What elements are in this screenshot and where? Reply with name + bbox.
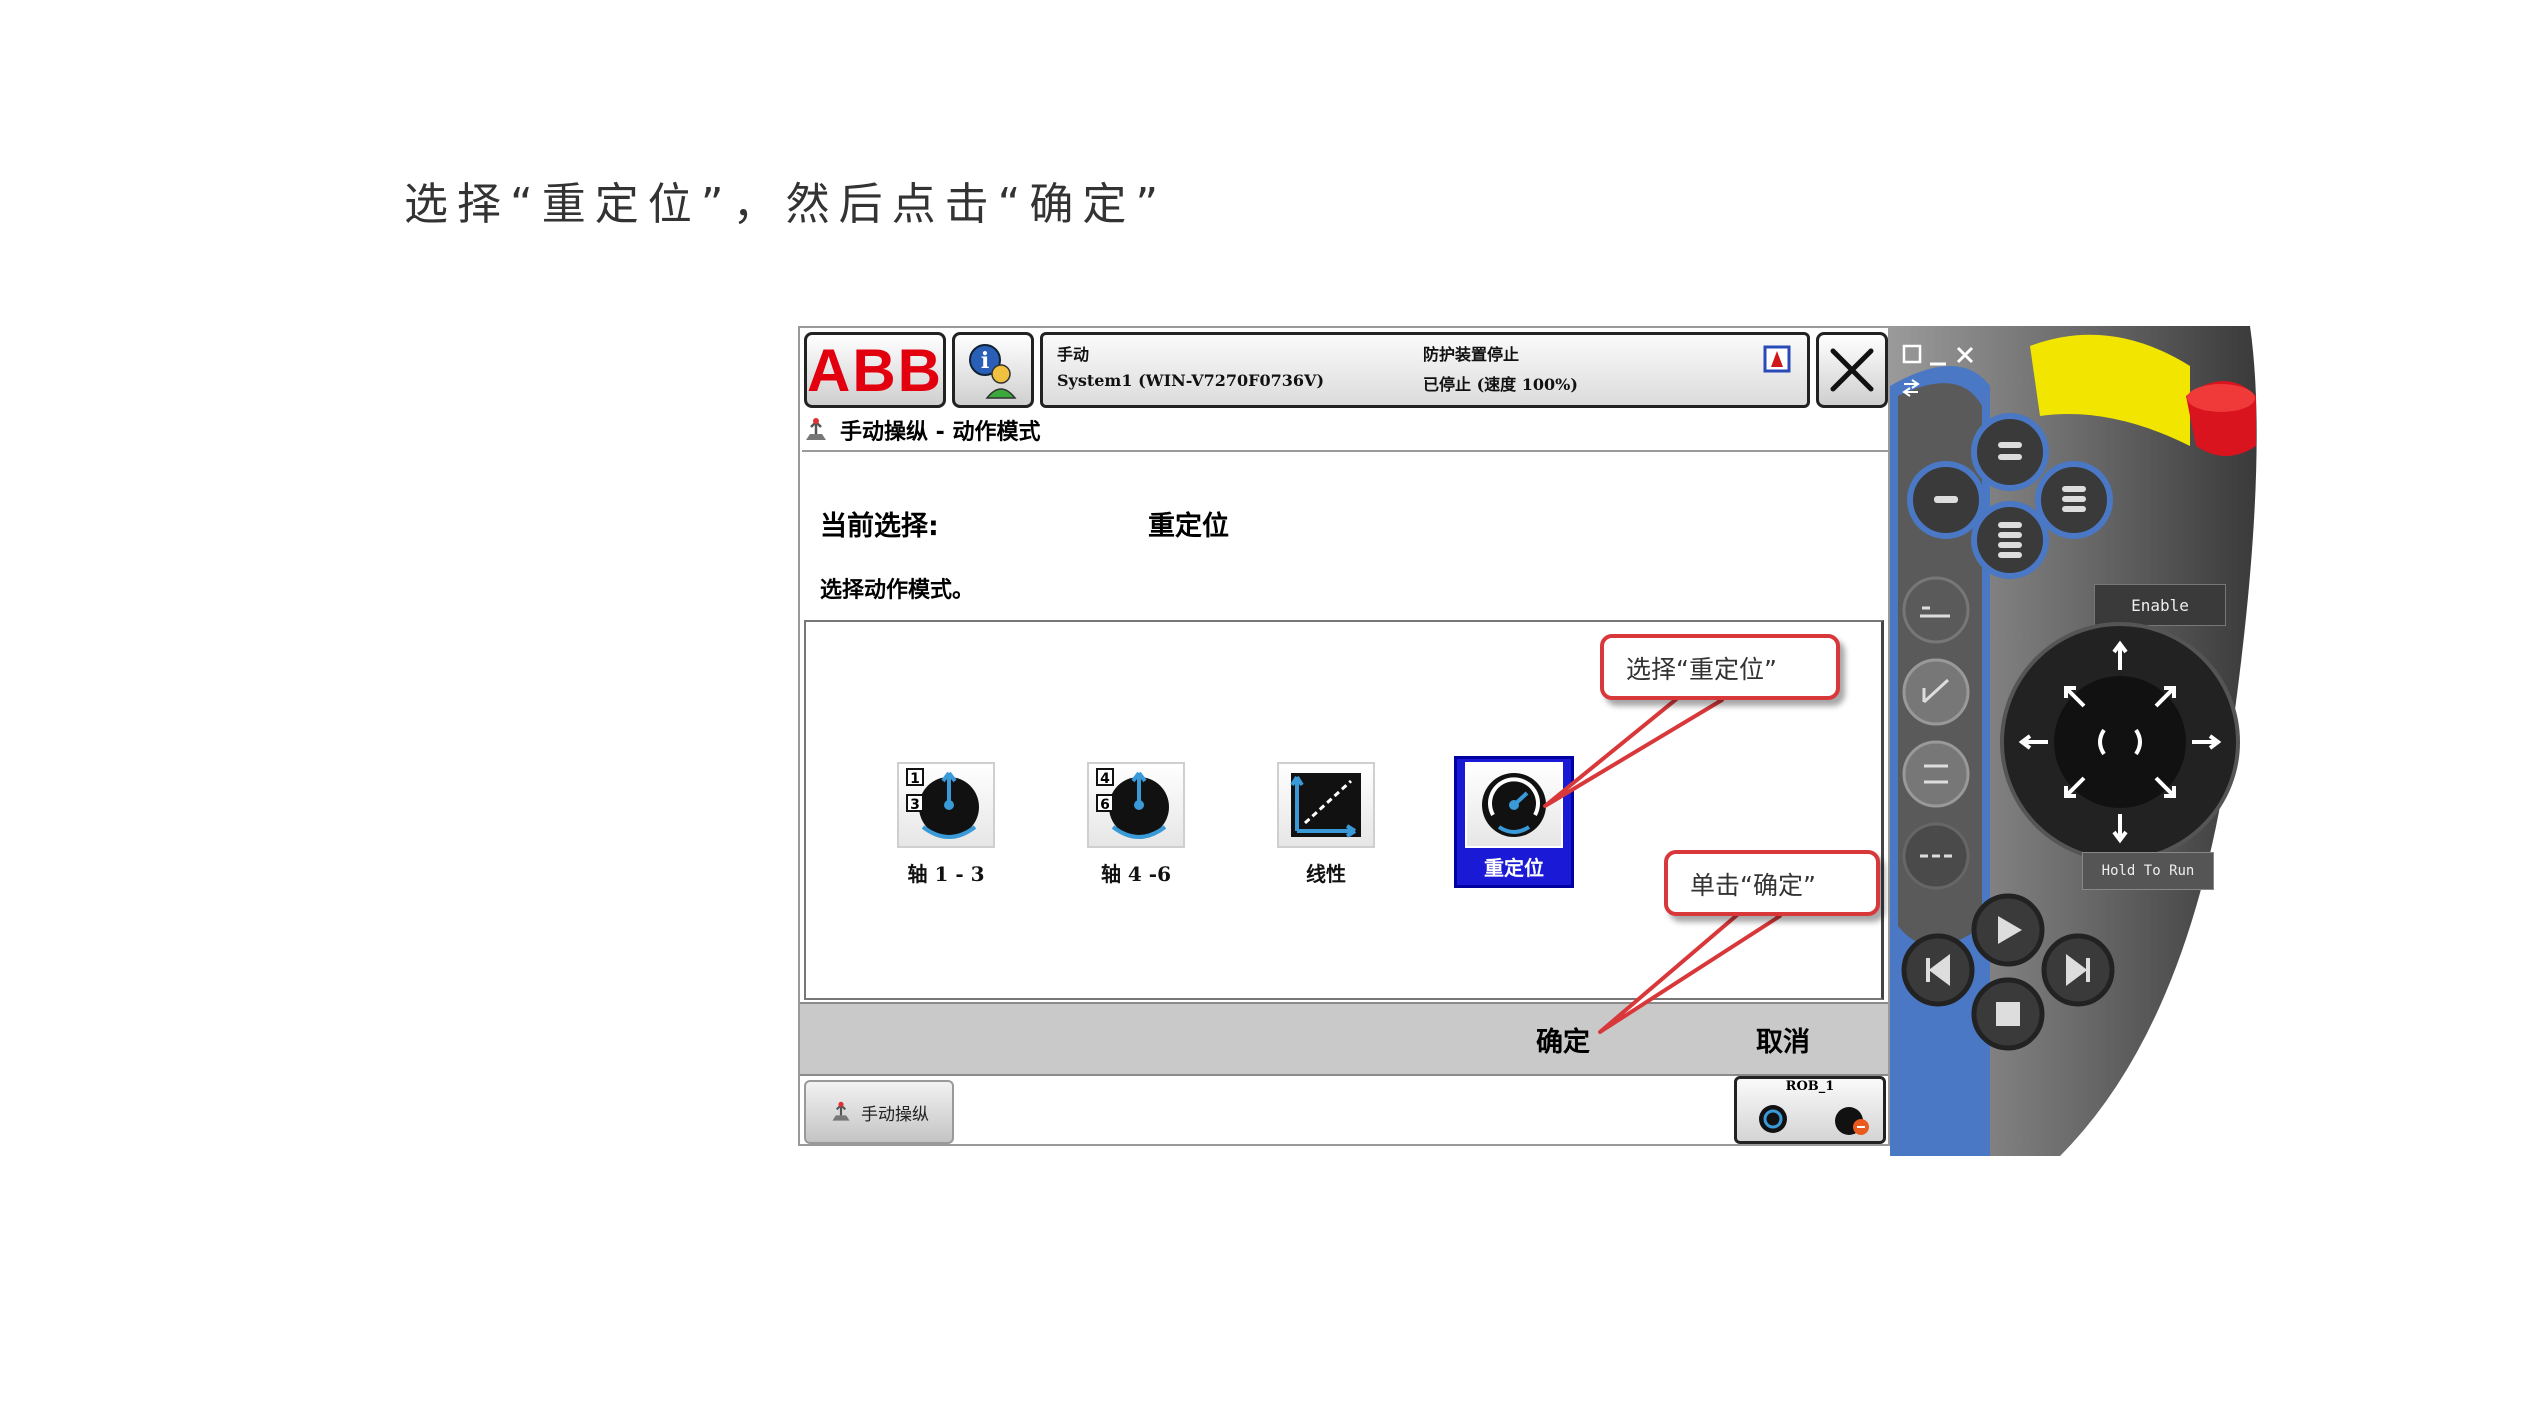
- restore-icon[interactable]: [1902, 344, 1922, 364]
- increment-key[interactable]: [1902, 740, 1970, 808]
- enable-label: Enable: [2131, 595, 2189, 615]
- program-key-1[interactable]: [1971, 413, 2049, 491]
- program-run-keys: [1901, 893, 2115, 1051]
- stop-icon: [1996, 1002, 2020, 1026]
- window-close-icon[interactable]: [1956, 346, 1974, 364]
- estop-icon: [2186, 381, 2256, 456]
- hold-to-run-button[interactable]: Hold To Run: [2082, 852, 2214, 890]
- select-unit-key[interactable]: [1902, 576, 1970, 644]
- callout-click-ok: 单击“确定”: [1664, 850, 1880, 916]
- hold-to-run-label: Hold To Run: [2101, 863, 2195, 879]
- window-controls: [1902, 344, 1974, 397]
- joystick[interactable]: [1990, 620, 2250, 860]
- function-keys: [1902, 576, 1970, 890]
- estop-button[interactable]: [2176, 366, 2276, 480]
- swap-icon[interactable]: [1902, 379, 1920, 397]
- program-key-4[interactable]: [1971, 501, 2049, 579]
- callout-select-reorient: 选择“重定位”: [1600, 634, 1840, 700]
